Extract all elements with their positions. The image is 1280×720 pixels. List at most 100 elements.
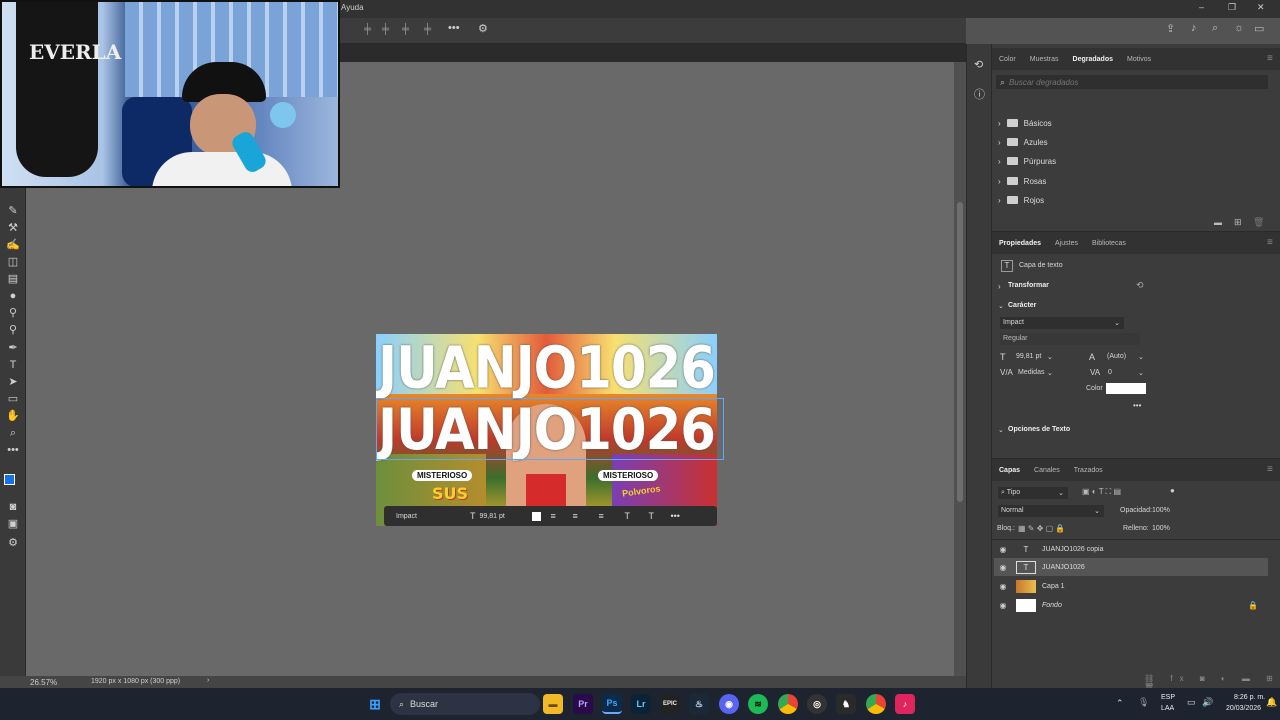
- eye-icon[interactable]: ◉: [994, 545, 1012, 554]
- lock-options-icon[interactable]: ▦ ✎ ✥ ▢ 🔒: [1018, 524, 1065, 533]
- opacity-field[interactable]: 100%: [1152, 507, 1170, 514]
- layer-filter-select[interactable]: ⌕ Tipo ⌄: [998, 487, 1068, 499]
- font-size-field[interactable]: 99,81 pt: [1016, 353, 1041, 360]
- premiere-icon[interactable]: Pr: [573, 694, 593, 714]
- blend-mode-select[interactable]: Normal ⌄: [998, 505, 1104, 517]
- ctx-size-field[interactable]: 99,81 pt: [480, 513, 532, 520]
- gradient-folder-basicos[interactable]: › Básicos: [998, 114, 1052, 132]
- vertical-scrollbar[interactable]: [954, 62, 966, 676]
- tab-propiedades[interactable]: Propiedades: [999, 240, 1041, 247]
- align-right-text-icon[interactable]: ≡: [599, 511, 625, 521]
- hand-tool-icon[interactable]: ✋: [5, 409, 21, 423]
- keyboard-layout[interactable]: LAA: [1161, 705, 1174, 712]
- foreground-color-swatch[interactable]: [4, 474, 15, 485]
- tracking-field[interactable]: 0: [1108, 369, 1112, 376]
- eye-icon[interactable]: ◉: [994, 582, 1012, 591]
- type-tool-icon[interactable]: T: [5, 358, 21, 372]
- app-icon[interactable]: ♞: [836, 694, 856, 714]
- lightbulb-icon[interactable]: ☼: [1234, 22, 1244, 34]
- obs-icon[interactable]: ◎: [807, 694, 827, 714]
- align-center-icon[interactable]: ╪: [382, 24, 389, 35]
- font-style-select[interactable]: Regular: [1000, 333, 1140, 345]
- lightroom-icon[interactable]: Lr: [631, 694, 651, 714]
- epic-games-icon[interactable]: EPIC: [660, 694, 680, 714]
- minimize-icon[interactable]: –: [1199, 2, 1204, 12]
- network-icon[interactable]: ▭: [1187, 697, 1196, 708]
- chevron-down-icon[interactable]: ⌄: [1047, 369, 1053, 377]
- tab-motivos[interactable]: Motivos: [1127, 56, 1151, 63]
- screen-mode-icon[interactable]: ▣: [5, 517, 21, 531]
- clock-date[interactable]: 20/03/2026: [1226, 705, 1261, 712]
- more-options-icon[interactable]: •••: [448, 22, 460, 34]
- more-tools-icon[interactable]: •••: [5, 443, 21, 457]
- language-code[interactable]: ESP: [1161, 694, 1175, 701]
- properties-menu-icon[interactable]: ≡: [1267, 237, 1273, 248]
- reset-icon[interactable]: ⟲: [1136, 280, 1144, 291]
- file-explorer-icon[interactable]: ▬: [543, 694, 563, 714]
- tab-ajustes[interactable]: Ajustes: [1055, 240, 1078, 247]
- menu-ayuda[interactable]: Ayuda: [341, 3, 364, 12]
- gradient-folder-rojos[interactable]: › Rojos: [998, 191, 1044, 209]
- more-options-button[interactable]: •••: [1133, 401, 1141, 410]
- trash-icon[interactable]: 🗑: [1253, 217, 1264, 228]
- font-family-select[interactable]: Impact ⌄: [1000, 317, 1124, 329]
- quick-mask-icon[interactable]: ◙: [5, 500, 21, 514]
- align-left-icon[interactable]: ╪: [364, 24, 371, 35]
- chevron-down-icon[interactable]: ⌄: [1138, 369, 1144, 377]
- steam-icon[interactable]: ♨: [689, 694, 709, 714]
- leading-field[interactable]: (Auto): [1107, 353, 1126, 360]
- gradients-menu-icon[interactable]: ≡: [1267, 53, 1273, 64]
- tab-color[interactable]: Color: [999, 56, 1016, 63]
- search-icon[interactable]: ⌕: [1212, 22, 1218, 35]
- gradient-folder-purpuras[interactable]: › Púrpuras: [998, 152, 1056, 170]
- chevron-down-icon[interactable]: ⌄: [998, 426, 1004, 434]
- tab-degradados[interactable]: Degradados: [1073, 56, 1113, 63]
- text-layer-copy[interactable]: JUANJO1026: [376, 337, 717, 398]
- align-left-text-icon[interactable]: ≡: [551, 511, 573, 521]
- mic-icon[interactable]: 🎙: [1138, 697, 1149, 708]
- brush-tool-icon[interactable]: ✎: [5, 204, 21, 218]
- align-right-icon[interactable]: ╪: [402, 24, 409, 35]
- taskbar-search[interactable]: ⌕ Buscar: [390, 693, 540, 715]
- chevron-right-icon[interactable]: ›: [998, 282, 1001, 291]
- filter-pixel-icon[interactable]: ▣ ◐ T ⛶ ▤: [1082, 487, 1121, 497]
- filter-toggle-icon[interactable]: ●: [1170, 486, 1175, 495]
- eraser-tool-icon[interactable]: ◫: [5, 255, 21, 269]
- text-options-section[interactable]: Opciones de Texto: [1008, 426, 1070, 433]
- kerning-select[interactable]: Medidas: [1018, 369, 1044, 376]
- gradient-folder-rosas[interactable]: › Rosas: [998, 172, 1046, 190]
- info-panel-icon[interactable]: ⓘ: [974, 86, 985, 102]
- stamp-tool-icon[interactable]: ⚒: [5, 221, 21, 235]
- chrome-icon[interactable]: [778, 694, 798, 714]
- align-center-text-icon[interactable]: ≡: [573, 511, 599, 521]
- chevron-down-icon[interactable]: ⌄: [998, 302, 1004, 310]
- workspace-icon[interactable]: ▭: [1254, 22, 1264, 35]
- new-group-icon[interactable]: ▬: [1214, 218, 1222, 227]
- rectangle-tool-icon[interactable]: ▭: [5, 392, 21, 406]
- path-select-icon[interactable]: ➤: [5, 375, 21, 389]
- eye-icon[interactable]: ◉: [994, 563, 1012, 572]
- discord-icon[interactable]: ◉: [719, 694, 739, 714]
- sponge-tool-icon[interactable]: ⚲: [5, 323, 21, 337]
- text-color-swatch[interactable]: [1106, 383, 1146, 394]
- ctx-more-icon[interactable]: •••: [671, 511, 680, 521]
- gradients-search-input[interactable]: [1009, 77, 1250, 87]
- layer-row[interactable]: ◉ Capa 1: [994, 577, 1268, 595]
- dodge-tool-icon[interactable]: ⚲: [5, 306, 21, 320]
- close-icon[interactable]: ✕: [1257, 2, 1265, 13]
- layer-row-selected[interactable]: ◉ T JUANJO1026: [994, 558, 1268, 576]
- zoom-tool-icon[interactable]: ⌕: [5, 426, 21, 440]
- layer-row[interactable]: ◉ T JUANJO1026 copia: [994, 540, 1268, 558]
- history-panel-icon[interactable]: ⟲: [974, 58, 983, 71]
- tab-canales[interactable]: Canales: [1034, 467, 1060, 474]
- volume-icon[interactable]: 🔊: [1202, 697, 1213, 708]
- gradient-tool-icon[interactable]: ▤: [5, 272, 21, 286]
- text-warp-icon[interactable]: T: [625, 511, 649, 521]
- layers-menu-icon[interactable]: ≡: [1267, 464, 1273, 475]
- chevron-down-icon[interactable]: ⌄: [1138, 353, 1144, 361]
- tab-trazados[interactable]: Trazados: [1074, 467, 1103, 474]
- transform-section[interactable]: Transformar: [1008, 282, 1049, 289]
- photoshop-icon[interactable]: Ps: [602, 694, 622, 714]
- status-chevron-icon[interactable]: ›: [207, 677, 209, 684]
- eye-icon[interactable]: ◉: [994, 601, 1012, 610]
